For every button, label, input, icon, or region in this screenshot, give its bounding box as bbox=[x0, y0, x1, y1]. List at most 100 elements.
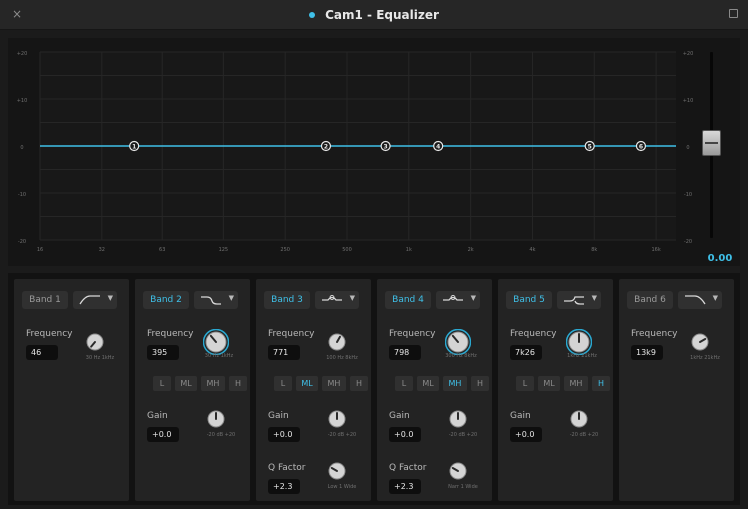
frequency-control: Frequency 13k9 bbox=[631, 329, 678, 360]
db-tick-label-right: +10 bbox=[683, 98, 694, 104]
range-button-l[interactable]: L bbox=[395, 376, 413, 391]
q-factor-knob[interactable]: Low 1 Wide bbox=[326, 460, 356, 490]
frequency-scale-label: 1kHz 21kHz bbox=[690, 355, 720, 361]
shape-curve bbox=[564, 296, 584, 305]
gain-control: Gain +0.0 bbox=[268, 411, 300, 442]
filter-shape-dropdown[interactable]: ▼ bbox=[678, 291, 722, 309]
q-factor-value-field[interactable]: +2.3 bbox=[389, 479, 421, 494]
frequency-scale-label: 30 Hz 1kHz bbox=[85, 355, 115, 361]
range-button-mh[interactable]: MH bbox=[322, 376, 346, 391]
filter-shape-dropdown[interactable]: ▼ bbox=[194, 291, 238, 309]
gain-knob[interactable]: -20 dB +20 bbox=[326, 408, 356, 438]
frequency-value-field[interactable]: 46 bbox=[26, 345, 58, 360]
q-factor-scale-label: Narr 1 Wide bbox=[448, 484, 478, 490]
frequency-range-buttons: L ML MH H bbox=[274, 376, 368, 391]
freq-tick-label: 16 bbox=[37, 247, 43, 253]
frequency-knob[interactable]: 30 Hz 1kHz bbox=[202, 328, 233, 359]
db-tick-label-left: -20 bbox=[18, 239, 26, 245]
band-enable-button[interactable]: Band 1 bbox=[22, 291, 68, 309]
frequency-knob[interactable]: 1kHz 21kHz bbox=[565, 328, 597, 359]
frequency-knob[interactable]: 30 Hz 1kHz bbox=[84, 331, 114, 361]
q-factor-knob[interactable]: Narr 1 Wide bbox=[447, 460, 478, 490]
range-button-mh[interactable]: MH bbox=[564, 376, 588, 391]
range-button-h[interactable]: H bbox=[592, 376, 610, 391]
gain-knob[interactable]: -20 dB +20 bbox=[568, 408, 598, 438]
frequency-knob-dial bbox=[86, 333, 104, 351]
band-enable-button[interactable]: Band 5 bbox=[506, 291, 552, 309]
gain-value-field[interactable]: +0.0 bbox=[389, 427, 421, 442]
gain-scale-label: -20 dB +20 bbox=[327, 432, 357, 438]
frequency-value-field[interactable]: 7k26 bbox=[510, 345, 542, 360]
filter-shape-dropdown[interactable]: ▼ bbox=[436, 291, 480, 309]
db-tick-label-right: -20 bbox=[684, 239, 692, 245]
output-fader-handle[interactable] bbox=[702, 130, 721, 156]
db-tick-label-right: 0 bbox=[686, 145, 689, 151]
range-button-h[interactable]: H bbox=[350, 376, 368, 391]
band-header: Band 5 ▼ bbox=[498, 279, 613, 309]
band-node-label: 2 bbox=[324, 143, 328, 150]
high-shelf-icon bbox=[564, 296, 584, 305]
band-node-1[interactable]: 1 bbox=[129, 140, 140, 152]
freq-tick-label: 500 bbox=[342, 247, 352, 253]
range-button-mh[interactable]: MH bbox=[443, 376, 467, 391]
frequency-value-field[interactable]: 771 bbox=[268, 345, 300, 360]
freq-tick-label: 8k bbox=[591, 247, 597, 253]
band-enable-button[interactable]: Band 3 bbox=[264, 291, 310, 309]
range-button-l[interactable]: L bbox=[274, 376, 292, 391]
band-node-2[interactable]: 2 bbox=[320, 140, 332, 152]
bell-icon bbox=[443, 295, 463, 301]
gain-control: Gain +0.0 bbox=[147, 411, 179, 442]
range-button-ml[interactable]: ML bbox=[175, 376, 197, 391]
gain-value-field[interactable]: +0.0 bbox=[510, 427, 542, 442]
range-button-ml[interactable]: ML bbox=[538, 376, 560, 391]
range-button-ml[interactable]: ML bbox=[417, 376, 439, 391]
q-factor-scale-label: Low 1 Wide bbox=[327, 484, 357, 490]
frequency-label: Frequency bbox=[389, 329, 436, 339]
band-node-4[interactable]: 4 bbox=[433, 140, 444, 152]
frequency-label: Frequency bbox=[631, 329, 678, 339]
filter-shape-dropdown[interactable]: ▼ bbox=[73, 291, 117, 309]
eq-response-graph[interactable]: +20+100-10-20+20+100-10-2016 32 63 125 250 50… bbox=[8, 38, 740, 266]
band-node-5[interactable]: 5 bbox=[584, 140, 595, 152]
range-button-h[interactable]: H bbox=[229, 376, 247, 391]
range-button-ml[interactable]: ML bbox=[296, 376, 318, 391]
q-factor-knob-dial bbox=[328, 462, 346, 480]
gain-knob-dial bbox=[207, 410, 225, 428]
frequency-scale-label: 30 Hz 1kHz bbox=[204, 353, 234, 359]
frequency-value-field[interactable]: 798 bbox=[389, 345, 421, 360]
frequency-scale-label: 300 Hz 8kHz bbox=[445, 353, 477, 359]
gain-value-field[interactable]: +0.0 bbox=[147, 427, 179, 442]
frequency-control: Frequency 395 bbox=[147, 329, 194, 360]
freq-tick-label: 32 bbox=[99, 247, 105, 253]
band-enable-button[interactable]: Band 4 bbox=[385, 291, 431, 309]
range-button-mh[interactable]: MH bbox=[201, 376, 225, 391]
gain-knob[interactable]: -20 dB +20 bbox=[205, 408, 235, 438]
band-enable-button[interactable]: Band 6 bbox=[627, 291, 673, 309]
db-tick-label-left: 0 bbox=[20, 145, 23, 151]
frequency-knob-dial bbox=[328, 333, 346, 351]
restore-window-icon[interactable] bbox=[729, 9, 738, 18]
frequency-value-field[interactable]: 13k9 bbox=[631, 345, 663, 360]
low-shelf-icon bbox=[201, 296, 221, 305]
gain-knob[interactable]: -20 dB +20 bbox=[447, 408, 477, 438]
band-enable-button[interactable]: Band 2 bbox=[143, 291, 189, 309]
shape-curve bbox=[201, 296, 221, 305]
range-button-h[interactable]: H bbox=[471, 376, 489, 391]
output-gain-value: 0.00 bbox=[707, 253, 733, 264]
frequency-range-buttons: L ML MH H bbox=[395, 376, 489, 391]
q-factor-value-field[interactable]: +2.3 bbox=[268, 479, 300, 494]
range-button-l[interactable]: L bbox=[153, 376, 171, 391]
gain-value-field[interactable]: +0.0 bbox=[268, 427, 300, 442]
frequency-knob[interactable]: 1kHz 21kHz bbox=[689, 331, 720, 361]
band-node-6[interactable]: 6 bbox=[635, 140, 647, 152]
frequency-knob[interactable]: 100 Hz 8kHz bbox=[326, 331, 358, 361]
band-node-3[interactable]: 3 bbox=[380, 140, 391, 152]
frequency-knob[interactable]: 300 Hz 8kHz bbox=[444, 328, 477, 359]
filter-shape-dropdown[interactable]: ▼ bbox=[315, 291, 359, 309]
range-button-l[interactable]: L bbox=[516, 376, 534, 391]
filter-shape-dropdown[interactable]: ▼ bbox=[557, 291, 601, 309]
q-factor-control: Q Factor +2.3 bbox=[268, 463, 306, 494]
frequency-value-field[interactable]: 395 bbox=[147, 345, 179, 360]
band-header: Band 2 ▼ bbox=[135, 279, 250, 309]
frequency-control: Frequency 7k26 bbox=[510, 329, 557, 360]
